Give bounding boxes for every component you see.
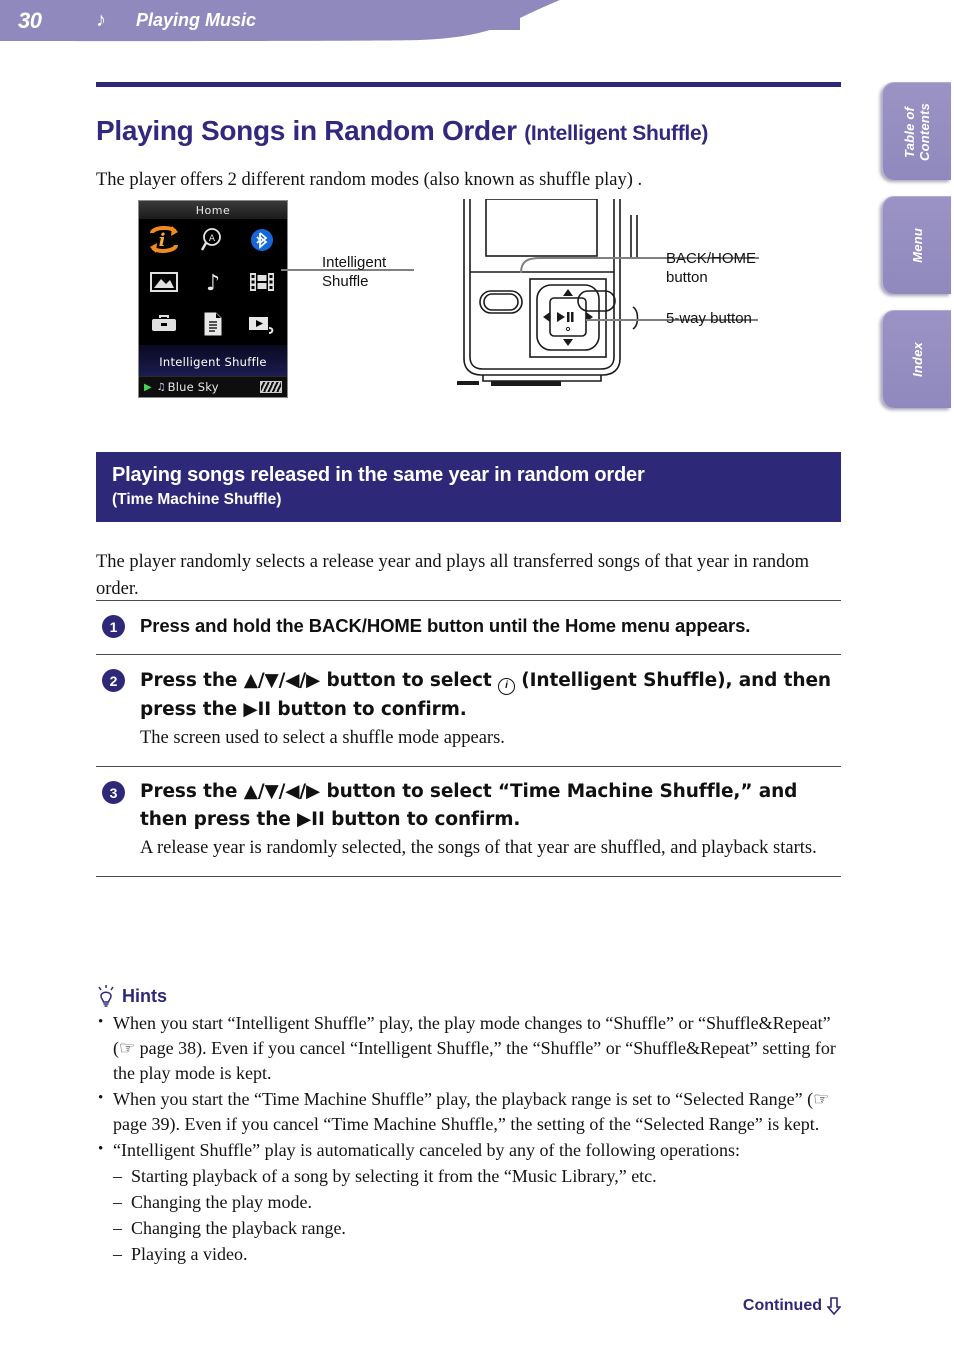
step-number-badge: 3 — [102, 781, 125, 804]
continued-label: Continued — [742, 1297, 822, 1314]
text-file-icon — [204, 312, 222, 336]
step-heading: Press the ▲/▼/◀/▶ button to select “Time… — [140, 781, 798, 830]
tab-label-menu: Menu — [909, 228, 925, 263]
section-banner: Playing songs released in the same year … — [96, 452, 841, 522]
lcd-cell — [139, 261, 188, 303]
continued-footer: Continued — [743, 1297, 841, 1315]
music-note-icon: ♪ — [96, 9, 106, 31]
lcd-cell — [238, 261, 287, 303]
lcd-title-bar: Home — [139, 201, 287, 219]
hint-item: When you start the “Time Machine Shuffle… — [96, 1086, 856, 1137]
intelligent-shuffle-callout-label: Intelligent Shuffle — [322, 253, 386, 291]
section-banner-line2: (Time Machine Shuffle) — [112, 491, 282, 508]
tab-label-table-of-contents: Table of Contents — [902, 102, 932, 161]
callout-text: 5-way button — [666, 310, 752, 327]
battery-icon — [260, 381, 282, 393]
page-intro-text: The player offers 2 different random mod… — [96, 169, 643, 190]
device-lcd-screenshot: Home i A ♪ Intelligent Shuffle ▶ ♫ Blue … — [138, 200, 288, 398]
step-number-badge: 1 — [102, 615, 125, 638]
sidebar-item-index[interactable]: Index — [882, 310, 951, 408]
step-body: Press the ▲/▼/◀/▶ button to select i (In… — [140, 666, 841, 752]
hints-heading: Hints — [96, 985, 856, 1007]
step-description: A release year is randomly selected, the… — [140, 838, 817, 858]
bluetooth-icon — [251, 229, 274, 251]
lcd-cell — [238, 303, 287, 345]
lcd-cell — [238, 219, 287, 261]
hints-title: Hints — [122, 986, 167, 1006]
step-2: 2 Press the ▲/▼/◀/▶ button to select i (… — [96, 654, 841, 766]
step-1: 1 Press and hold the BACK/HOME button un… — [96, 600, 841, 654]
search-icon: A — [200, 228, 221, 251]
hint-sub-item: Changing the play mode. — [96, 1190, 856, 1215]
settings-icon — [151, 315, 176, 331]
svg-text:A: A — [209, 234, 216, 244]
lcd-selected-item-label: Intelligent Shuffle — [139, 345, 287, 378]
hint-item: When you start “Intelligent Shuffle” pla… — [96, 1010, 856, 1086]
intelligent-shuffle-icon: i — [149, 226, 178, 253]
step-body: Press and hold the BACK/HOME button unti… — [140, 612, 841, 640]
lightbulb-icon — [98, 985, 114, 1007]
svg-text:i: i — [158, 230, 165, 251]
music-icon: ♪ — [206, 271, 220, 295]
device-illustration — [457, 199, 639, 386]
page-title-main: Playing Songs in Random Order — [96, 114, 525, 146]
callout-text: BACK/HOME button — [666, 250, 757, 286]
hints-list: When you start “Intelligent Shuffle” pla… — [96, 1010, 856, 1267]
lcd-cell — [188, 303, 237, 345]
play-indicator-icon: ▶ — [144, 381, 152, 393]
figure-area: Home i A ♪ Intelligent Shuffle ▶ ♫ Blue … — [96, 195, 856, 410]
page-header-band: 30 ♪ Playing Music — [0, 0, 600, 44]
side-tab-strip: Table of Contents Menu Index — [882, 82, 954, 424]
down-arrow-icon — [827, 1297, 841, 1315]
sidebar-item-table-of-contents[interactable]: Table of Contents — [882, 82, 951, 180]
step-heading: Press the ▲/▼/◀/▶ button to select i (In… — [140, 666, 841, 724]
now-playing-note-icon: ♫ — [156, 381, 166, 393]
svg-text:♪: ♪ — [206, 271, 220, 295]
video-icon — [250, 273, 275, 291]
section-banner-line1: Playing songs released in the same year … — [112, 464, 645, 486]
five-way-callout-label: 5-way button — [666, 309, 752, 328]
step-heading-pre: Press the ▲/▼/◀/▶ button to select — [140, 670, 498, 691]
hints-section: Hints When you start “Intelligent Shuffl… — [96, 985, 856, 1267]
lcd-cell: i — [139, 219, 188, 261]
hint-item: “Intelligent Shuffle” play is automatica… — [96, 1137, 856, 1163]
procedure-steps: 1 Press and hold the BACK/HOME button un… — [96, 600, 841, 877]
back-home-callout-label: BACK/HOME button — [666, 249, 756, 287]
playlist-icon — [249, 317, 274, 334]
sidebar-item-menu[interactable]: Menu — [882, 196, 951, 294]
tab-label-index: Index — [909, 342, 925, 377]
lcd-cell — [139, 303, 188, 345]
header-section-title: Playing Music — [136, 10, 257, 30]
step-heading: Press and hold the BACK/HOME button unti… — [140, 615, 751, 636]
intelligent-shuffle-inline-icon: i — [497, 678, 515, 695]
lcd-cell: ♪ — [188, 261, 237, 303]
title-rule — [96, 82, 841, 87]
lcd-status-bar: ▶ ♫ Blue Sky — [139, 376, 287, 397]
step-3: 3 Press the ▲/▼/◀/▶ button to select “Ti… — [96, 766, 841, 877]
photo-icon — [149, 272, 178, 292]
lcd-cell: A — [188, 219, 237, 261]
hint-sub-item: Changing the playback range. — [96, 1216, 856, 1241]
hint-sub-item: Playing a video. — [96, 1242, 856, 1267]
page-number: 30 — [18, 8, 42, 33]
page-title-sub: (Intelligent Shuffle) — [524, 121, 709, 145]
step-body: Press the ▲/▼/◀/▶ button to select “Time… — [140, 778, 841, 862]
step-description: The screen used to select a shuffle mode… — [140, 728, 505, 748]
step-number-badge: 2 — [102, 669, 125, 692]
now-playing-song-title: Blue Sky — [167, 380, 219, 394]
hint-sub-item: Starting playback of a song by selecting… — [96, 1164, 856, 1189]
callout-text: Intelligent Shuffle — [322, 254, 387, 290]
lcd-icon-grid: i A ♪ — [139, 219, 287, 345]
page-title: Playing Songs in Random Order (Intellige… — [96, 114, 856, 151]
section-intro-text: The player randomly selects a release ye… — [96, 551, 809, 599]
